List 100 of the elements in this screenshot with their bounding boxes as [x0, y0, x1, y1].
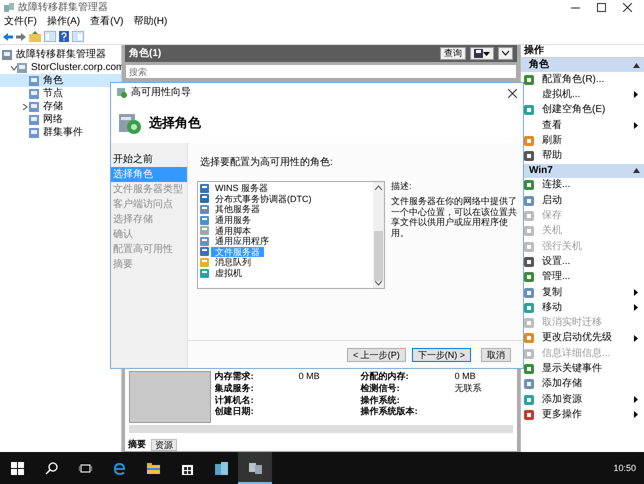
action-item[interactable]: 显示关键事件 [521, 361, 644, 377]
list-item[interactable]: 虚拟机 [200, 268, 371, 278]
list-item[interactable]: 消息队列 [200, 257, 371, 268]
close-button[interactable] [508, 88, 517, 98]
collapse-caret-icon[interactable] [22, 104, 28, 110]
folder-up-icon[interactable] [29, 31, 41, 42]
list-item[interactable]: 分布式事务协调器(DTC) [200, 194, 371, 204]
server-icon [214, 462, 228, 474]
tree-item[interactable]: 网络 [0, 113, 121, 126]
wizard-icon [119, 112, 141, 134]
menu-item[interactable]: 文件(F) [4, 16, 37, 28]
console-tree-icon[interactable] [44, 31, 56, 42]
action-icon [524, 394, 534, 405]
action-item[interactable]: 连接... [521, 178, 644, 194]
clock-text: 10:50 [613, 462, 636, 474]
action-item[interactable]: 添加存储 [521, 376, 644, 392]
role-icon [200, 226, 209, 236]
action-item[interactable]: 更改启动优先级 [521, 330, 644, 346]
action-item[interactable]: 启动 [521, 193, 644, 208]
role-icon [200, 194, 209, 204]
action-item[interactable]: 设置... [521, 254, 644, 270]
cluster-icon [248, 460, 262, 474]
wizard-button[interactable]: < 上一步(P) [346, 348, 406, 362]
horizontal-scrollbar[interactable] [129, 425, 513, 433]
wizard-step: 文件服务器类型 [111, 182, 187, 197]
action-item[interactable]: 配置角色(R)... [521, 72, 644, 88]
field-label: 检测信号: [360, 382, 401, 394]
tree-item[interactable]: 节点 [0, 87, 121, 100]
action-item[interactable]: 复制 [521, 284, 644, 300]
tree-item[interactable]: 故障转移群集管理器 [0, 48, 121, 61]
action-item[interactable]: 帮助 [521, 148, 644, 164]
scroll-down-icon [375, 281, 382, 286]
caret-icon [483, 50, 490, 57]
menu-item[interactable]: 帮助(H) [133, 16, 168, 28]
submenu-arrow-icon [634, 289, 638, 296]
tab[interactable]: 摘要 [125, 439, 149, 451]
save-dropdown[interactable] [470, 47, 494, 60]
action-icon [524, 379, 534, 390]
field-value: 0 MB [298, 371, 321, 382]
wizard-step: 选择存储 [111, 212, 187, 227]
maximize-button[interactable] [596, 3, 606, 12]
collapse-caret-icon [633, 168, 640, 174]
action-item[interactable]: 移动 [521, 300, 644, 316]
action-item[interactable]: 管理... [521, 270, 644, 285]
action-pane-icon[interactable] [72, 31, 84, 42]
menu-item[interactable]: 操作(A) [46, 16, 80, 28]
tab[interactable]: 资源 [151, 439, 177, 451]
back-arrow-icon[interactable] [3, 32, 13, 42]
role-list[interactable]: WINS 服务器 分布式事务协调器(DTC) 其他服务器 通用服务 通用脚本 通用应用程序 文件服务器 消息队列 虚拟机 [197, 181, 385, 289]
role-icon [200, 204, 209, 214]
action-item[interactable]: 查看 [521, 118, 644, 134]
section-header[interactable]: Win7 [521, 164, 644, 178]
action-item[interactable]: 更多操作 [521, 407, 644, 423]
expand-button[interactable] [498, 47, 513, 60]
section-header[interactable]: 角色 [521, 58, 644, 72]
list-item[interactable]: 通用服务 [200, 214, 371, 226]
list-item[interactable]: WINS 服务器 [200, 183, 371, 194]
search-icon [44, 462, 58, 474]
role-icon [200, 236, 209, 246]
close-button[interactable] [622, 3, 632, 12]
action-item[interactable]: 添加资源 [521, 392, 644, 408]
tree-item[interactable]: 群集事件 [0, 126, 121, 139]
list-item[interactable]: 其他服务器 [200, 204, 371, 215]
wizard-step: 配置高可用性 [111, 242, 187, 257]
wizard-step[interactable]: 开始之前 [111, 152, 187, 167]
wizard-button[interactable]: 下一步(N) > [412, 348, 471, 362]
expand-caret-icon[interactable] [11, 64, 17, 70]
node-icon [29, 114, 39, 124]
field-label: 内存需求: [214, 371, 255, 382]
list-item[interactable]: 通用脚本 [200, 225, 371, 236]
action-item[interactable]: 创建空角色(E) [521, 102, 644, 118]
action-icon [524, 410, 534, 420]
role-icon [200, 216, 209, 225]
field-label: 集成服务: [214, 382, 255, 394]
tree-item[interactable]: StorCluster.corp.com [0, 61, 121, 74]
action-item[interactable]: 刷新 [521, 133, 644, 148]
pane-title: 角色(1) [129, 48, 162, 60]
search-field[interactable]: 搜索 [125, 64, 517, 79]
query-button[interactable]: 查询 [440, 47, 466, 60]
tree-item[interactable]: 角色 [0, 74, 121, 87]
role-icon [200, 268, 209, 278]
taskbar-button[interactable] [238, 452, 272, 484]
field-label: 计算机名: [214, 394, 255, 406]
tree-item[interactable]: 存储 [0, 100, 121, 113]
field-label: 分配的内存: [360, 371, 410, 382]
role-icon [200, 247, 209, 256]
wizard-step: 客户端访问点 [111, 197, 187, 212]
cluster-icon [4, 2, 14, 12]
help-icon[interactable] [59, 31, 69, 42]
wizard-button[interactable]: 取消 [481, 348, 511, 362]
action-item[interactable]: 虚拟机... [521, 87, 644, 103]
window-title: 故障转移群集管理器 [18, 2, 108, 14]
vertical-scrollbar[interactable] [373, 182, 384, 288]
menu-item[interactable]: 查看(V) [90, 16, 124, 28]
list-item[interactable]: 通用应用程序 [200, 236, 371, 247]
description-text: 文件服务器在你的网络中提供了一个中心位置，可以在该位置共享文件以供用户或应用程序使用。 [391, 196, 518, 239]
forward-arrow-icon[interactable] [16, 32, 26, 42]
field-label: 操作系统版本: [360, 406, 419, 418]
prompt-text: 选择要配置为高可用性的角色: [199, 156, 334, 170]
submenu-arrow-icon [634, 304, 638, 312]
